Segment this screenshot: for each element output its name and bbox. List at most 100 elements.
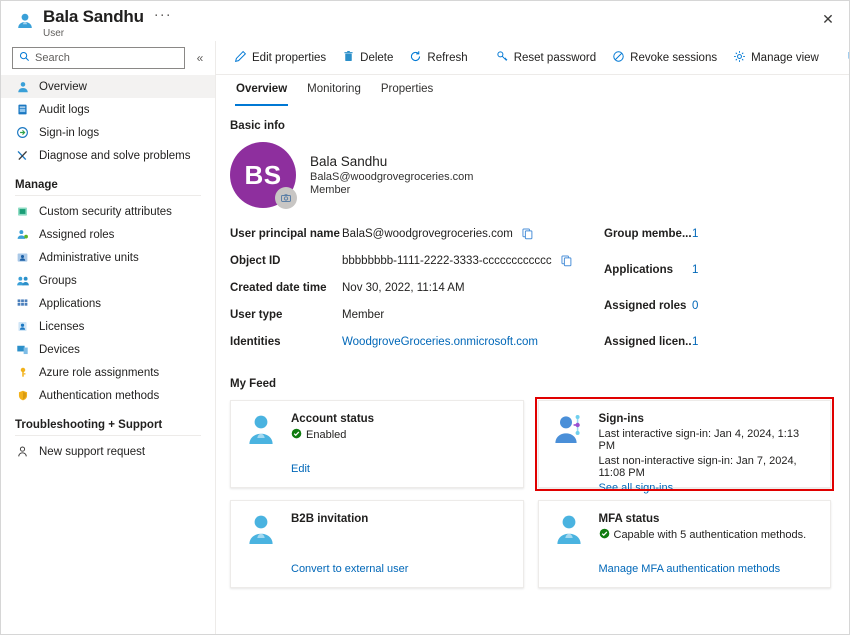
- signins-card-icon: [553, 413, 587, 475]
- sidebar-item-overview[interactable]: Overview: [1, 75, 215, 98]
- sidebar-divider: [15, 435, 201, 436]
- wrench-icon: [15, 148, 30, 163]
- tab-overview[interactable]: Overview: [226, 83, 297, 106]
- tab-monitoring[interactable]: Monitoring: [297, 83, 371, 106]
- reset-password-button[interactable]: Reset password: [488, 46, 604, 70]
- sidebar-item-azure-role-assignments[interactable]: Azure role assignments: [1, 361, 215, 384]
- properties-left-column: User principal name BalaS@woodgrovegroce…: [230, 222, 590, 366]
- sidebar-item-applications[interactable]: Applications: [1, 292, 215, 315]
- shield-icon: [15, 388, 30, 403]
- sidebar-item-label: Applications: [39, 298, 101, 310]
- sidebar-item-label: Sign-in logs: [39, 127, 99, 139]
- sidebar-item-licenses[interactable]: Licenses: [1, 315, 215, 338]
- count-label: Assigned roles: [604, 300, 692, 312]
- profile-name: Bala Sandhu: [310, 154, 473, 169]
- count-value[interactable]: 1: [692, 264, 698, 276]
- count-row: Group membe... 1: [604, 222, 831, 245]
- got-feedback-button[interactable]: Got feedback?: [839, 46, 849, 70]
- my-feed-heading: My Feed: [230, 378, 831, 390]
- card-status-line: Enabled: [291, 428, 509, 442]
- sidebar-item-devices[interactable]: Devices: [1, 338, 215, 361]
- profile-text: Bala Sandhu BalaS@woodgrovegroceries.com…: [310, 154, 473, 196]
- count-row: Assigned roles 0: [604, 294, 831, 317]
- revoke-sessions-button[interactable]: Revoke sessions: [604, 46, 725, 70]
- card-status-text: Capable with 5 authentication methods.: [614, 529, 807, 541]
- card-status-text: Enabled: [306, 429, 346, 441]
- card-slot-b2b-invitation: B2B invitation Convert to external user: [230, 500, 524, 588]
- block-icon: [612, 50, 625, 66]
- user-card-icon: [245, 413, 279, 475]
- basic-info-heading: Basic info: [230, 120, 831, 132]
- search-placeholder: Search: [35, 52, 70, 64]
- property-value: Nov 30, 2022, 11:14 AM: [342, 282, 465, 294]
- card-link-see-all-signins[interactable]: See all sign-ins: [599, 482, 817, 494]
- key-icon: [496, 50, 509, 66]
- card-mfa-status[interactable]: MFA status Capable with 5 authenticatio: [538, 500, 832, 588]
- user-card-icon: [553, 513, 587, 575]
- count-value[interactable]: 1: [692, 336, 698, 348]
- more-actions-button[interactable]: ···: [154, 9, 172, 26]
- sidebar-item-label: New support request: [39, 446, 145, 458]
- card-link-convert-external-user[interactable]: Convert to external user: [291, 563, 509, 575]
- card-sign-ins[interactable]: Sign-ins Last interactive sign-in: Jan 4…: [538, 400, 832, 488]
- copy-icon[interactable]: [521, 227, 534, 240]
- sidebar-item-label: Assigned roles: [39, 229, 114, 241]
- card-b2b-invitation[interactable]: B2B invitation Convert to external user: [230, 500, 524, 588]
- gear-icon: [733, 50, 746, 66]
- attribute-icon: [15, 204, 30, 219]
- tab-bar: Overview Monitoring Properties: [216, 75, 849, 106]
- sidebar-item-label: Overview: [39, 81, 87, 93]
- card-link-edit[interactable]: Edit: [291, 463, 509, 475]
- camera-icon[interactable]: [275, 187, 297, 209]
- user-profile-block: BS Bala Sandhu BalaS@woodgrovegroceries.…: [230, 142, 831, 208]
- count-value[interactable]: 1: [692, 228, 698, 240]
- sidebar-group-troubleshooting: Troubleshooting + Support: [1, 407, 215, 435]
- manage-view-button[interactable]: Manage view: [725, 46, 827, 70]
- property-row: User principal name BalaS@woodgrovegroce…: [230, 222, 590, 245]
- sidebar-item-diagnose[interactable]: Diagnose and solve problems: [1, 144, 215, 167]
- sidebar-item-authentication-methods[interactable]: Authentication methods: [1, 384, 215, 407]
- my-feed-cards: Account status Enabled: [230, 400, 831, 588]
- copy-icon[interactable]: [560, 254, 573, 267]
- card-title: MFA status: [599, 513, 817, 525]
- delete-button[interactable]: Delete: [334, 46, 401, 70]
- property-label: Created date time: [230, 282, 342, 294]
- card-title: Account status: [291, 413, 509, 425]
- sidebar-item-administrative-units[interactable]: Administrative units: [1, 246, 215, 269]
- command-toolbar: Edit properties Delete: [216, 41, 849, 75]
- profile-email: BalaS@woodgrovegroceries.com: [310, 171, 473, 183]
- sidebar-item-label: Audit logs: [39, 104, 90, 116]
- toolbar-label: Reset password: [514, 52, 596, 64]
- card-body: MFA status Capable with 5 authenticatio: [599, 513, 817, 575]
- count-value[interactable]: 0: [692, 300, 698, 312]
- applications-icon: [15, 296, 30, 311]
- sidebar-item-groups[interactable]: Groups: [1, 269, 215, 292]
- status-ok-icon: [291, 428, 302, 442]
- identities-link[interactable]: WoodgroveGroceries.onmicrosoft.com: [342, 336, 538, 348]
- tab-properties[interactable]: Properties: [371, 83, 443, 106]
- sidebar-divider: [15, 195, 201, 196]
- count-label: Applications: [604, 264, 692, 276]
- card-body: B2B invitation Convert to external user: [291, 513, 509, 575]
- count-row: Assigned licen... 1: [604, 330, 831, 353]
- card-link-manage-mfa[interactable]: Manage MFA authentication methods: [599, 563, 817, 575]
- refresh-button[interactable]: Refresh: [401, 46, 475, 70]
- sidebar-item-new-support-request[interactable]: New support request: [1, 440, 215, 463]
- search-input[interactable]: Search: [12, 47, 185, 69]
- card-account-status[interactable]: Account status Enabled: [230, 400, 524, 488]
- property-row: Created date time Nov 30, 2022, 11:14 AM: [230, 276, 590, 299]
- properties-grid: User principal name BalaS@woodgrovegroce…: [230, 222, 831, 366]
- groups-icon: [15, 273, 30, 288]
- close-button[interactable]: ✕: [815, 7, 841, 31]
- property-label: Object ID: [230, 255, 342, 267]
- sidebar-item-signin-logs[interactable]: Sign-in logs: [1, 121, 215, 144]
- sidebar-item-assigned-roles[interactable]: Assigned roles: [1, 223, 215, 246]
- collapse-sidebar-button[interactable]: «: [191, 51, 209, 65]
- card-title: Sign-ins: [599, 413, 817, 425]
- edit-properties-button[interactable]: Edit properties: [226, 46, 334, 70]
- sidebar-item-audit-logs[interactable]: Audit logs: [1, 98, 215, 121]
- card-slot-mfa-status: MFA status Capable with 5 authenticatio: [538, 500, 832, 588]
- user-overview-window: Bala Sandhu ··· User ✕ Search: [0, 0, 850, 635]
- sidebar-item-label: Authentication methods: [39, 390, 159, 402]
- sidebar-item-custom-security-attributes[interactable]: Custom security attributes: [1, 200, 215, 223]
